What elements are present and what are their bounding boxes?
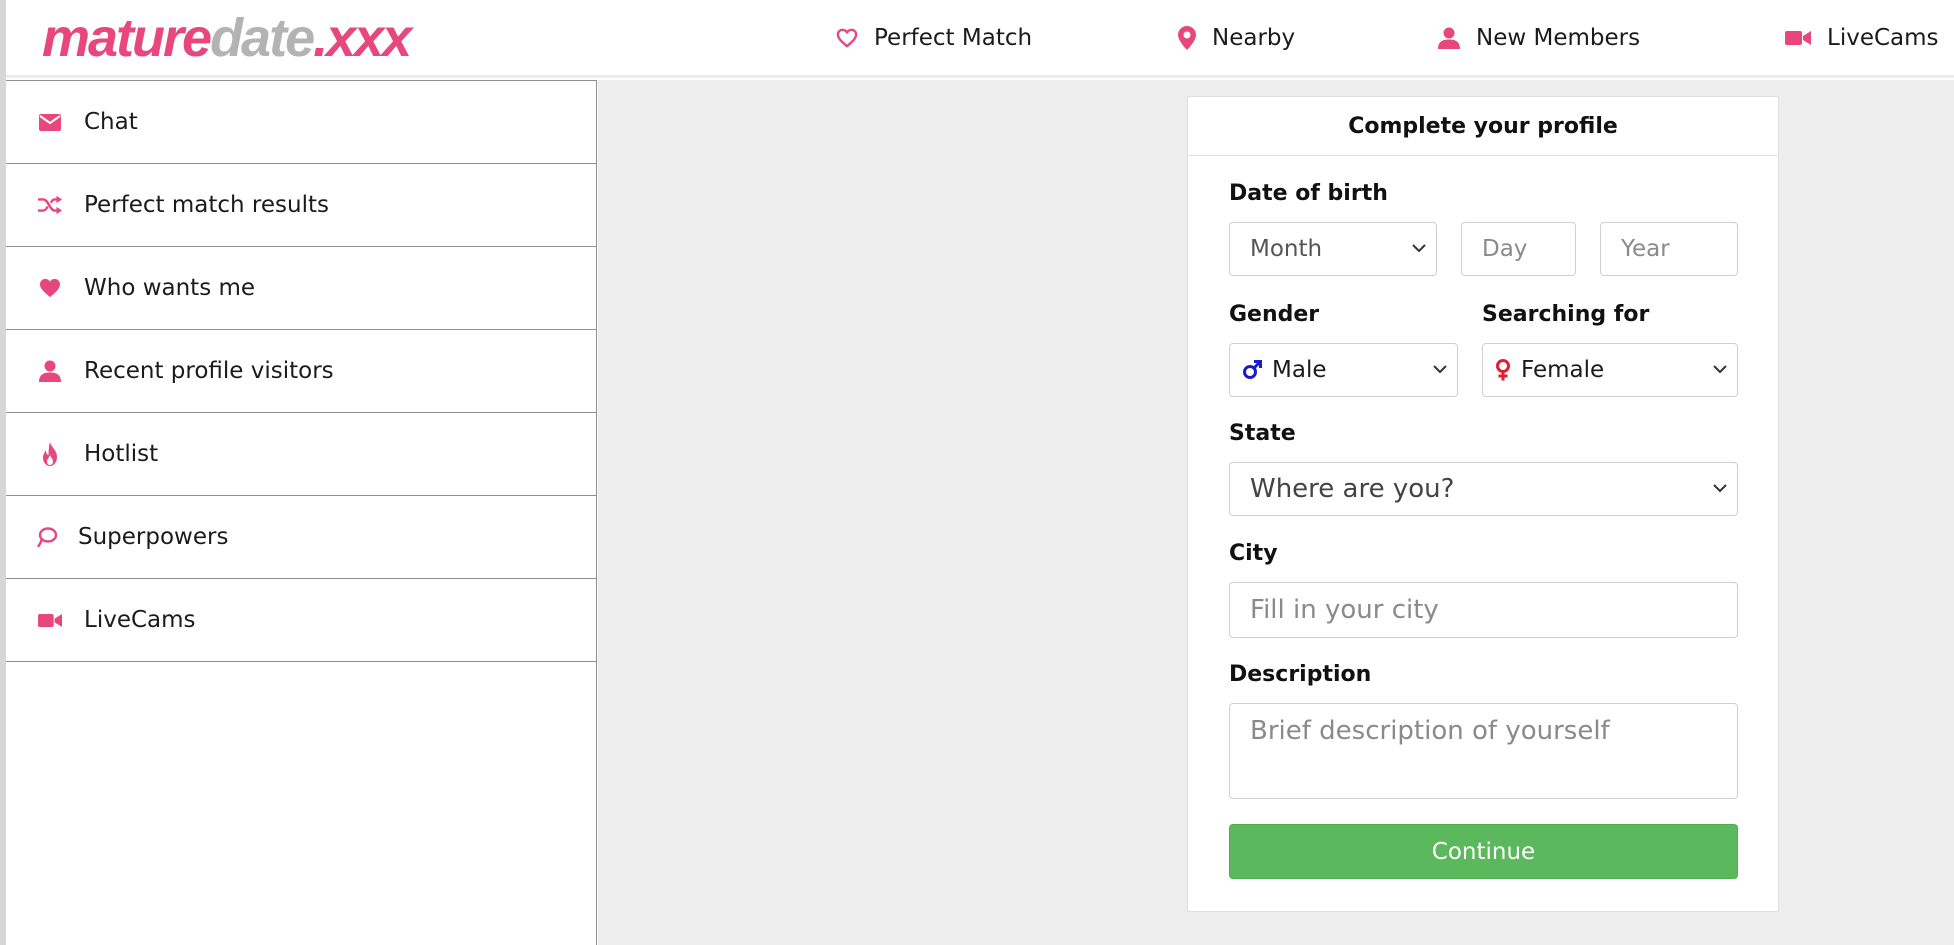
topnav-label: LiveCams [1827, 25, 1939, 51]
lasso-icon [35, 525, 59, 549]
city-input-placeholder: Fill in your city [1250, 595, 1439, 625]
user-icon [1438, 27, 1460, 49]
heart-icon [38, 276, 62, 300]
sidebar-item-perfect-match-results[interactable]: Perfect match results [6, 164, 596, 247]
searching-for-select[interactable]: Female [1482, 343, 1738, 397]
chevron-down-icon [1412, 244, 1426, 253]
sidebar-item-label: Hotlist [84, 441, 159, 467]
sidebar: Chat Perfect match results Who wants me [6, 80, 597, 945]
city-input[interactable]: Fill in your city [1229, 582, 1738, 638]
logo-part-xxx: .xxx [313, 8, 412, 68]
card-title: Complete your profile [1188, 97, 1778, 156]
complete-profile-card: Complete your profile Date of birth Mont… [1187, 96, 1779, 912]
searching-for-select-value: Female [1521, 357, 1605, 383]
sidebar-item-hotlist[interactable]: Hotlist [6, 413, 596, 496]
year-input-placeholder: Year [1621, 236, 1670, 262]
user-icon [38, 359, 62, 383]
topnav-label: New Members [1476, 25, 1641, 51]
gender-label: Gender [1229, 302, 1320, 327]
topnav-livecams[interactable]: LiveCams [1785, 18, 1939, 58]
state-select[interactable]: Where are you? [1229, 462, 1738, 516]
description-textarea[interactable]: Brief description of yourself [1229, 703, 1738, 799]
sidebar-item-livecams[interactable]: LiveCams [6, 579, 596, 662]
topnav-new-members[interactable]: New Members [1438, 18, 1640, 58]
topnav-label: Perfect Match [874, 25, 1033, 51]
female-symbol-icon [1495, 359, 1511, 381]
state-select-value: Where are you? [1250, 474, 1455, 504]
chevron-down-icon [1713, 365, 1727, 374]
chevron-down-icon [1433, 365, 1447, 374]
site-logo[interactable]: maturedate.xxx [42, 6, 412, 70]
male-symbol-icon [1242, 360, 1262, 380]
month-select-value: Month [1250, 236, 1323, 262]
sidebar-item-superpowers[interactable]: Superpowers [6, 496, 596, 579]
month-select[interactable]: Month [1229, 222, 1437, 276]
description-placeholder: Brief description of yourself [1250, 716, 1610, 746]
continue-button[interactable]: Continue [1229, 824, 1738, 879]
map-pin-icon [1178, 26, 1196, 50]
site-header: maturedate.xxx Perfect Match Nearby New … [6, 0, 1954, 78]
topnav-nearby[interactable]: Nearby [1178, 18, 1295, 58]
searching-for-label: Searching for [1482, 302, 1650, 327]
shuffle-icon [38, 193, 62, 217]
sidebar-item-label: LiveCams [84, 607, 196, 633]
envelope-icon [38, 110, 62, 134]
day-input[interactable]: Day [1461, 222, 1576, 276]
sidebar-item-chat[interactable]: Chat [6, 81, 596, 164]
video-camera-icon [38, 608, 62, 632]
state-label: State [1229, 421, 1296, 446]
city-label: City [1229, 541, 1278, 566]
heart-outline-icon [836, 28, 858, 48]
year-input[interactable]: Year [1600, 222, 1738, 276]
chevron-down-icon [1713, 484, 1727, 493]
description-label: Description [1229, 662, 1372, 687]
sidebar-item-recent-visitors[interactable]: Recent profile visitors [6, 330, 596, 413]
video-camera-icon [1785, 31, 1811, 45]
dob-label: Date of birth [1229, 181, 1388, 206]
sidebar-item-label: Superpowers [78, 524, 229, 550]
gender-select-value: Male [1272, 357, 1327, 383]
topnav-perfect-match[interactable]: Perfect Match [836, 18, 1032, 58]
logo-part-mature: mature [42, 8, 212, 68]
sidebar-item-label: Perfect match results [84, 192, 329, 218]
sidebar-item-label: Who wants me [84, 275, 256, 301]
sidebar-item-label: Chat [84, 109, 138, 135]
day-input-placeholder: Day [1482, 236, 1528, 262]
sidebar-item-who-wants-me[interactable]: Who wants me [6, 247, 596, 330]
logo-part-date: date [210, 8, 315, 68]
topnav-label: Nearby [1212, 25, 1296, 51]
sidebar-item-label: Recent profile visitors [84, 358, 334, 384]
gender-select[interactable]: Male [1229, 343, 1458, 397]
fire-icon [38, 442, 62, 466]
